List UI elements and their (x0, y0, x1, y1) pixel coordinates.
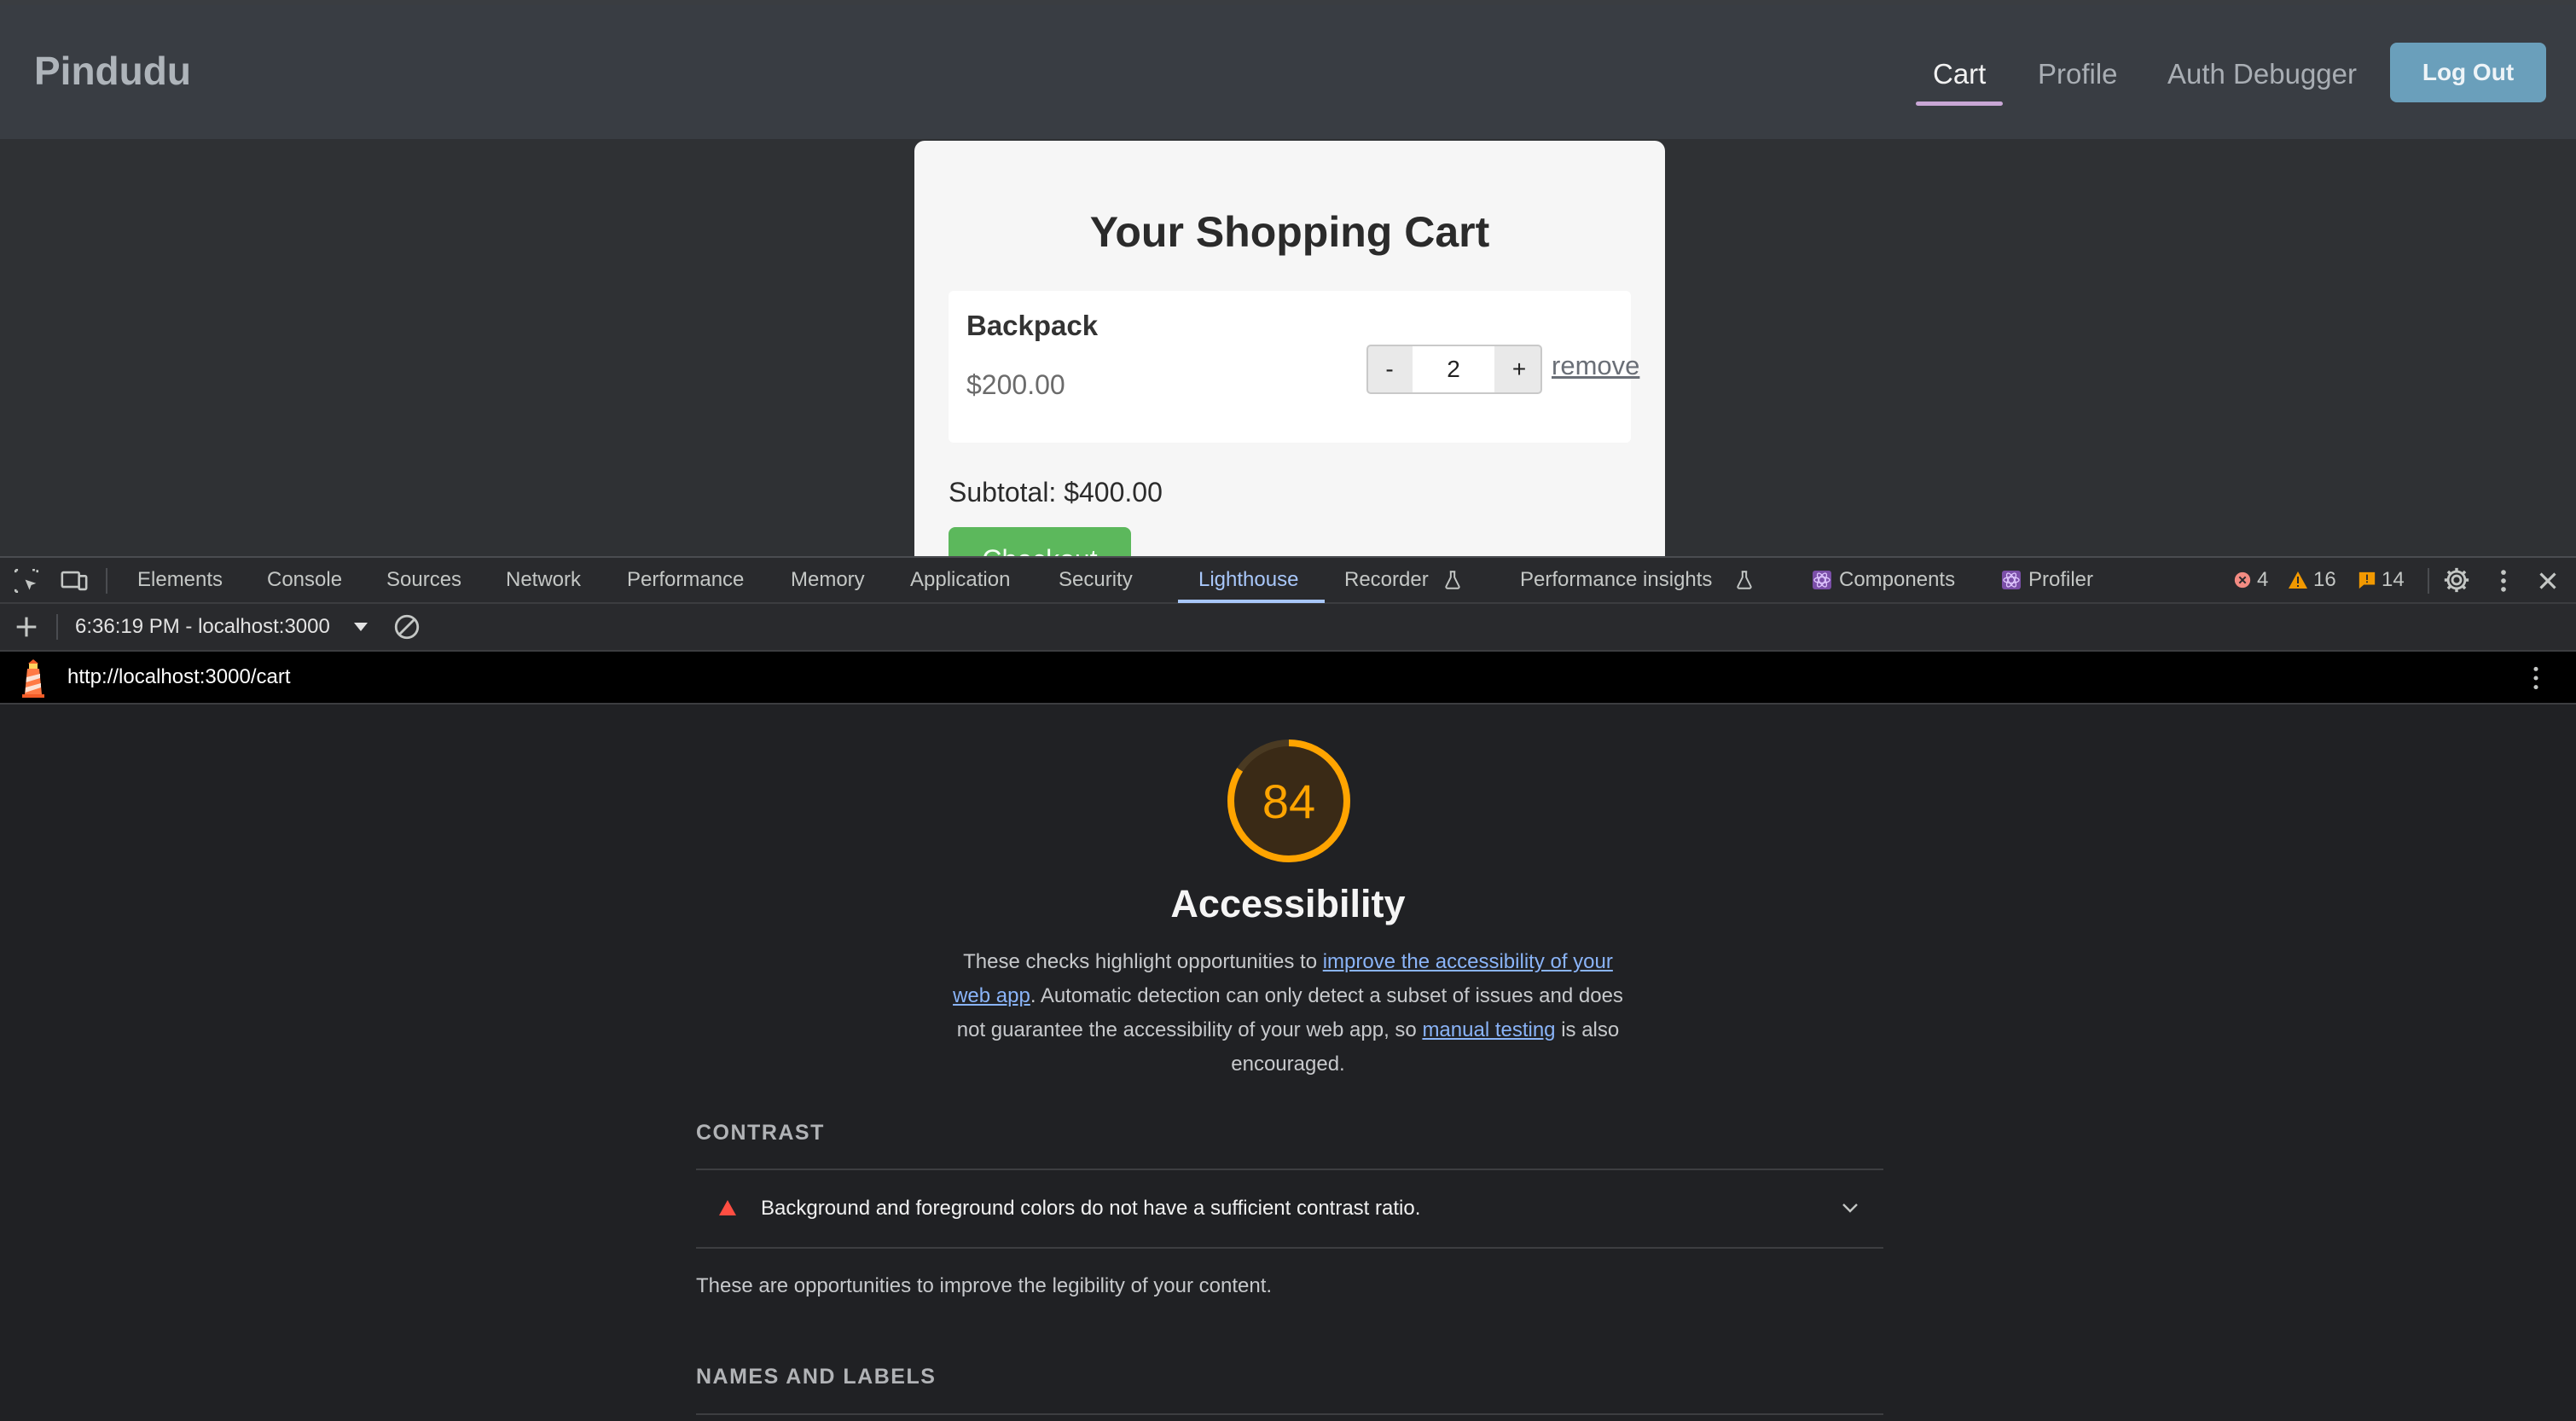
fail-triangle-icon (719, 1200, 736, 1215)
tab-network[interactable]: Network (506, 558, 581, 602)
tab-sources[interactable]: Sources (386, 558, 461, 602)
toolbar-divider (56, 614, 58, 640)
clear-icon[interactable] (392, 612, 421, 641)
manual-testing-link[interactable]: manual testing (1422, 1018, 1555, 1041)
increment-button[interactable]: + (1498, 346, 1540, 392)
description-text: These checks highlight opportunities to (963, 950, 1323, 973)
tab-application[interactable]: Application (910, 558, 1010, 602)
tab-lighthouse[interactable]: Lighthouse (1198, 558, 1298, 602)
plus-icon[interactable] (12, 612, 41, 641)
issue-icon (2358, 571, 2376, 589)
more-options-icon[interactable] (2489, 566, 2518, 595)
toolbar-divider (2428, 568, 2429, 594)
inspect-element-icon[interactable] (12, 566, 41, 595)
brand-logo[interactable]: Pindudu (34, 48, 191, 94)
subtotal: Subtotal: $400.00 (949, 477, 1163, 508)
tab-elements[interactable]: Elements (137, 558, 223, 602)
nav-auth-debugger-link[interactable]: Auth Debugger (2167, 58, 2357, 90)
error-counter[interactable]: 4 (2233, 558, 2268, 602)
cart-item: Backpack $200.00 - 2 + remove (949, 291, 1639, 443)
react-icon (2002, 571, 2021, 589)
audit-color-contrast[interactable]: Background and foreground colors do not … (696, 1169, 1883, 1249)
chevron-down-icon[interactable] (1841, 1201, 1859, 1215)
report-url[interactable]: http://localhost:3000/cart (67, 652, 291, 703)
warning-icon (2289, 571, 2307, 589)
react-icon (1813, 571, 1831, 589)
gear-icon[interactable] (2442, 566, 2471, 594)
device-toolbar-icon[interactable] (60, 566, 89, 595)
warning-counter[interactable]: 16 (2288, 558, 2336, 602)
quantity-stepper: - 2 + (1366, 345, 1542, 394)
group-description: These are opportunities to improve the l… (696, 1274, 1273, 1297)
app-viewport: Pindudu Cart Profile Auth Debugger Log O… (0, 0, 2576, 556)
tab-console[interactable]: Console (267, 558, 342, 602)
tab-components[interactable]: Components (1839, 558, 1955, 602)
warning-count: 16 (2313, 568, 2336, 591)
nav-active-indicator (1916, 102, 2003, 106)
group-title-contrast: CONTRAST (696, 1121, 825, 1145)
tab-security[interactable]: Security (1059, 558, 1133, 602)
tab-performance-insights[interactable]: Performance insights (1520, 558, 1712, 602)
report-selector[interactable]: 6:36:19 PM - localhost:3000 (75, 604, 357, 650)
experimental-flask-icon (1445, 571, 1460, 589)
tab-recorder[interactable]: Recorder (1344, 558, 1429, 602)
active-tab-indicator (1178, 600, 1325, 603)
item-price: $200.00 (966, 369, 1065, 400)
nav-profile-link[interactable]: Profile (2038, 58, 2118, 90)
category-title: Accessibility (1170, 882, 1406, 925)
toolbar-divider (106, 568, 107, 594)
score-value: 84 (1262, 774, 1316, 828)
navbar: Pindudu Cart Profile Auth Debugger Log O… (0, 5, 2576, 139)
tab-profiler[interactable]: Profiler (2028, 558, 2093, 602)
issues-counter[interactable]: 14 (2358, 558, 2405, 602)
quantity-input[interactable]: 2 (1413, 346, 1494, 392)
cart-card: Your Shopping Cart Backpack $200.00 - 2 … (914, 141, 1665, 556)
group-divider (696, 1413, 1883, 1415)
group-title-names-labels: NAMES AND LABELS (696, 1365, 937, 1389)
lighthouse-toolbar: 6:36:19 PM - localhost:3000 (0, 604, 2576, 652)
lighthouse-logo-icon (22, 659, 44, 698)
dropdown-arrow-icon[interactable] (353, 621, 368, 633)
error-icon (2234, 571, 2251, 589)
tab-memory[interactable]: Memory (791, 558, 865, 602)
error-count: 4 (2257, 568, 2269, 591)
devtools-tabbar: Elements Console Sources Network Perform… (0, 556, 2576, 604)
nav-cart-link[interactable]: Cart (1933, 58, 1986, 90)
logout-button[interactable]: Log Out (2390, 43, 2546, 102)
remove-link[interactable]: remove (1552, 351, 1639, 381)
experimental-flask-icon (1737, 571, 1752, 589)
category-description: These checks highlight opportunities to … (947, 945, 1629, 1082)
close-icon[interactable] (2533, 566, 2562, 595)
checkout-button[interactable]: Checkout (949, 527, 1131, 556)
item-name: Backpack (966, 310, 1099, 341)
cart-title: Your Shopping Cart (1089, 208, 1490, 256)
issue-count: 14 (2382, 568, 2405, 591)
audit-title: Background and foreground colors do not … (761, 1197, 1421, 1220)
lighthouse-url-bar: http://localhost:3000/cart (0, 652, 2576, 705)
report-menu-icon[interactable] (2525, 664, 2547, 693)
tab-performance[interactable]: Performance (627, 558, 744, 602)
decrement-button[interactable]: - (1368, 346, 1411, 392)
